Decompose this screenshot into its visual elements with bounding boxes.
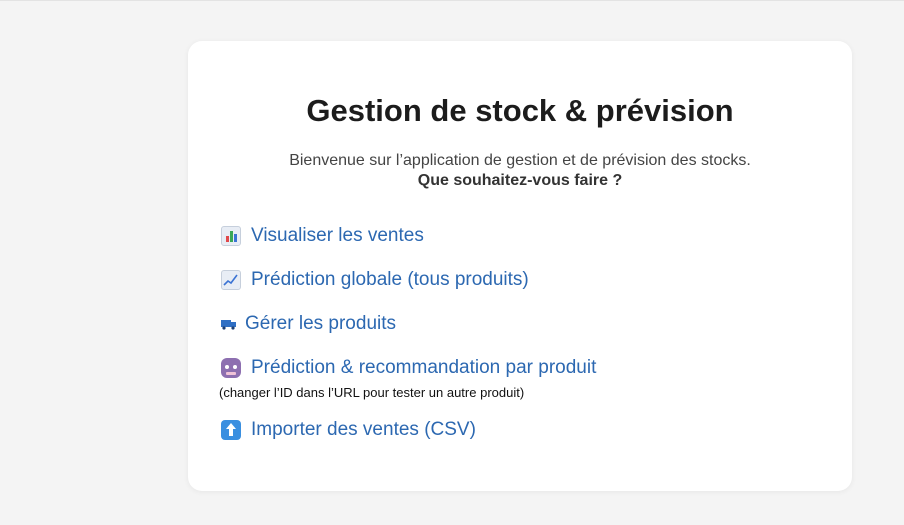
main-card: Gestion de stock & prévision Bienvenue s… [188, 41, 852, 491]
trend-chart-icon [221, 270, 241, 290]
global-prediction-link[interactable]: Prédiction globale (tous produits) [221, 268, 529, 292]
menu-item-manage-products: Gérer les produits [221, 312, 396, 336]
up-arrow-icon [221, 420, 241, 440]
page-title: Gestion de stock & prévision [306, 93, 734, 128]
product-prediction-label: Prédiction & recommandation par produit [251, 357, 597, 378]
visualize-sales-link[interactable]: Visualiser les ventes [221, 224, 424, 248]
manage-products-link[interactable]: Gérer les produits [221, 312, 396, 336]
truck-icon [221, 318, 237, 330]
welcome-message: Bienvenue sur l’application de gestion e… [188, 151, 852, 191]
menu-item-import-sales: Importer des ventes (CSV) [221, 418, 476, 445]
global-prediction-label: Prédiction globale (tous produits) [251, 269, 529, 290]
product-id-hint: (changer l’ID dans l’URL pour tester un … [219, 385, 525, 400]
bar-chart-icon [221, 226, 241, 246]
import-sales-label: Importer des ventes (CSV) [251, 419, 476, 440]
import-sales-link[interactable]: Importer des ventes (CSV) [221, 418, 476, 442]
visualize-sales-label: Visualiser les ventes [251, 225, 424, 246]
question-text: Que souhaitez-vous faire ? [417, 172, 623, 189]
menu-item-visualize-sales: Visualiser les ventes [221, 224, 424, 251]
product-prediction-link[interactable]: Prédiction & recommandation par produit [221, 356, 596, 380]
robot-icon [221, 358, 241, 378]
menu-item-product-prediction: Prédiction & recommandation par produit … [219, 356, 596, 400]
menu-item-global-prediction: Prédiction globale (tous produits) [221, 268, 529, 295]
manage-products-label: Gérer les produits [245, 313, 397, 334]
welcome-text: Bienvenue sur l’application de gestion e… [289, 152, 751, 169]
